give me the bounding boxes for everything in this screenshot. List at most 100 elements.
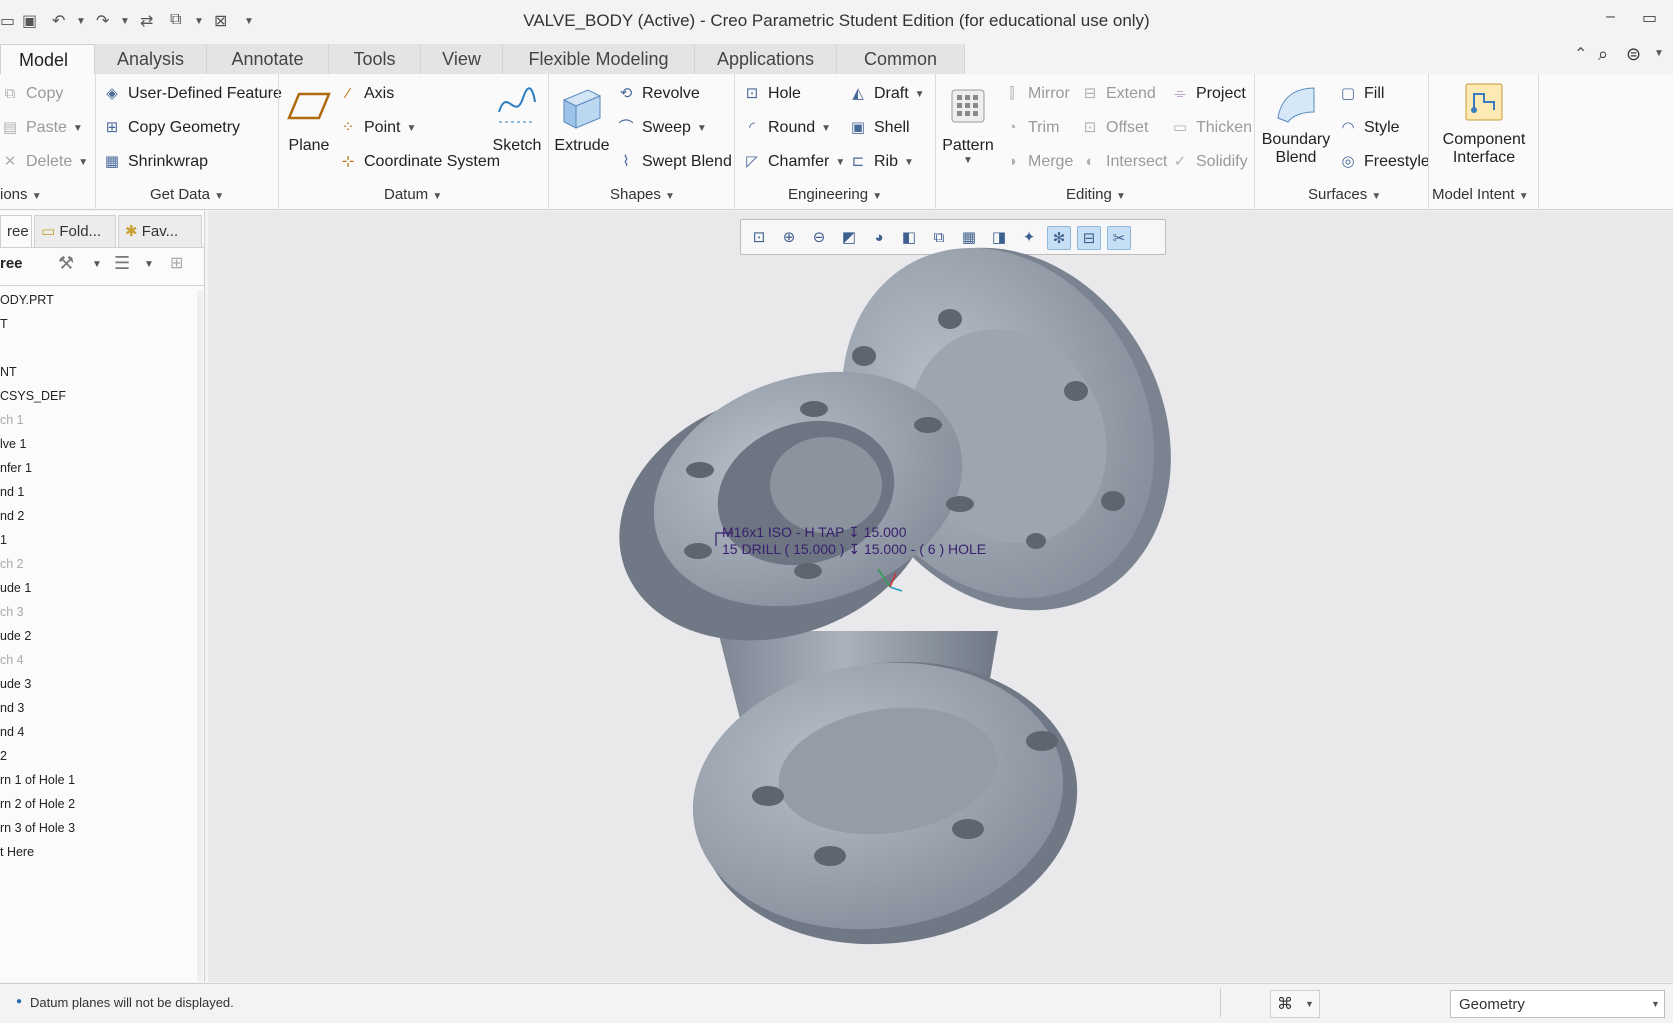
tab-folder-browser[interactable]: ▭ Fold... bbox=[34, 215, 116, 247]
point-dropdown-icon[interactable]: ▼ bbox=[406, 123, 416, 134]
hole-button[interactable]: ⊡ Hole bbox=[742, 84, 801, 104]
model-intent-group-label[interactable]: Model Intent ▼ bbox=[1432, 186, 1529, 203]
plane-button[interactable]: Plane bbox=[284, 82, 334, 155]
tree-item[interactable]: ODY.PRT bbox=[0, 293, 54, 307]
shrinkwrap-button[interactable]: ▦ Shrinkwrap bbox=[102, 152, 208, 172]
selection-filter-select[interactable]: Geometry ▼ bbox=[1450, 990, 1665, 1018]
round-dropdown-icon[interactable]: ▼ bbox=[821, 123, 831, 134]
show-dropdown-icon[interactable]: ▼ bbox=[144, 259, 154, 270]
intersect-button[interactable]: ◐ Intersect bbox=[1080, 152, 1167, 172]
show-options-icon[interactable]: ☰ bbox=[114, 253, 130, 274]
solidify-button[interactable]: ✓ Solidify bbox=[1170, 152, 1248, 172]
tree-item[interactable]: nfer 1 bbox=[0, 461, 32, 475]
tree-item[interactable]: t Here bbox=[0, 845, 34, 859]
rib-dropdown-icon[interactable]: ▼ bbox=[904, 157, 914, 168]
minimize-icon[interactable]: – bbox=[1606, 8, 1615, 26]
paste-dropdown-icon[interactable]: ▼ bbox=[73, 123, 83, 134]
draft-button[interactable]: ◭ Draft ▼ bbox=[848, 84, 925, 104]
user-defined-feature-button[interactable]: ◈ User-Defined Feature bbox=[102, 84, 282, 104]
delete-button[interactable]: ✕ Delete ▼ bbox=[0, 152, 88, 172]
tree-item[interactable]: nd 2 bbox=[0, 509, 24, 523]
component-interface-button[interactable]: Component Interface bbox=[1432, 80, 1536, 167]
tree-item[interactable]: rn 1 of Hole 1 bbox=[0, 773, 75, 787]
surfaces-group-label[interactable]: Surfaces ▼ bbox=[1308, 186, 1381, 203]
tree-item[interactable]: NT bbox=[0, 365, 17, 379]
tree-item[interactable]: ude 1 bbox=[0, 581, 31, 595]
tree-settings-dropdown-icon[interactable]: ▼ bbox=[92, 259, 102, 270]
pattern-button[interactable]: Pattern ▼ bbox=[940, 82, 996, 166]
copy-geometry-button[interactable]: ⊞ Copy Geometry bbox=[102, 118, 240, 138]
pattern-dropdown-icon[interactable]: ▼ bbox=[940, 155, 996, 166]
tree-item[interactable]: ude 3 bbox=[0, 677, 31, 691]
tree-item[interactable]: ch 1 bbox=[0, 413, 24, 427]
tree-item[interactable]: CSYS_DEF bbox=[0, 389, 66, 403]
trim-button[interactable]: ◔ Trim bbox=[1002, 118, 1059, 138]
sketch-button[interactable]: Sketch bbox=[492, 82, 542, 155]
tree-item[interactable]: lve 1 bbox=[0, 437, 26, 451]
hole-note-line-1[interactable]: M16x1 ISO - H TAP ↧ 15.000 bbox=[722, 524, 906, 541]
help-icon[interactable]: ⊜ bbox=[1626, 44, 1641, 65]
chamfer-dropdown-icon[interactable]: ▼ bbox=[835, 157, 845, 168]
help-dropdown-icon[interactable]: ▼ bbox=[1654, 48, 1664, 59]
tree-item[interactable]: nd 1 bbox=[0, 485, 24, 499]
tree-settings-icon[interactable]: ⚒ bbox=[58, 253, 74, 274]
style-button[interactable]: ◠ Style bbox=[1338, 118, 1399, 138]
engineering-group-label[interactable]: Engineering ▼ bbox=[788, 186, 882, 203]
hole-note-line-2[interactable]: 15 DRILL ( 15.000 ) ↧ 15.000 - ( 6 ) HOL… bbox=[722, 541, 986, 558]
revolve-button[interactable]: ⟲ Revolve bbox=[616, 84, 700, 104]
freestyle-button[interactable]: ◎ Freestyle bbox=[1338, 152, 1429, 172]
tree-item[interactable]: 1 bbox=[0, 533, 7, 547]
delete-dropdown-icon[interactable]: ▼ bbox=[78, 157, 88, 168]
valve-body-model[interactable] bbox=[208, 211, 1673, 982]
minimize-ribbon-icon[interactable]: ⌃ bbox=[1574, 44, 1587, 64]
boundary-blend-button[interactable]: Boundary Blend bbox=[1258, 82, 1334, 167]
draft-dropdown-icon[interactable]: ▼ bbox=[915, 89, 925, 100]
tab-analysis[interactable]: Analysis bbox=[95, 44, 207, 74]
tree-filter-icon[interactable]: ⊞ bbox=[170, 253, 183, 273]
round-button[interactable]: ◜ Round ▼ bbox=[742, 118, 831, 138]
tree-scrollbar[interactable] bbox=[197, 291, 203, 981]
maximize-icon[interactable]: ▭ bbox=[1642, 8, 1657, 28]
project-button[interactable]: ⌯ Project bbox=[1170, 84, 1246, 104]
tab-tools[interactable]: Tools bbox=[329, 44, 421, 74]
rib-button[interactable]: ⊏ Rib ▼ bbox=[848, 152, 914, 172]
find-button[interactable]: ⌘ ▼ bbox=[1270, 990, 1320, 1018]
extrude-button[interactable]: Extrude bbox=[554, 82, 610, 155]
mirror-button[interactable]: ⫿ Mirror bbox=[1002, 84, 1070, 104]
tab-flexible-modeling[interactable]: Flexible Modeling bbox=[503, 44, 695, 74]
tree-item[interactable]: nd 4 bbox=[0, 725, 24, 739]
merge-button[interactable]: ◑ Merge bbox=[1002, 152, 1073, 172]
tab-model[interactable]: Model bbox=[0, 44, 95, 74]
datum-group-label[interactable]: Datum ▼ bbox=[384, 186, 442, 203]
copy-button[interactable]: ⧉ Copy bbox=[0, 84, 64, 104]
tree-item[interactable]: nd 3 bbox=[0, 701, 24, 715]
tab-annotate[interactable]: Annotate bbox=[207, 44, 329, 74]
operations-group-label[interactable]: ions ▼ bbox=[0, 186, 42, 203]
tree-item[interactable]: ude 2 bbox=[0, 629, 31, 643]
graphics-window[interactable]: ⊡ ⊕ ⊖ ◩ ◕ ◧ ⧉ ▦ ◨ ✦ ✻ ⊟ ✂ M16x1 ISO - H … bbox=[208, 211, 1673, 982]
tab-view[interactable]: View bbox=[421, 44, 503, 74]
shapes-group-label[interactable]: Shapes ▼ bbox=[610, 186, 675, 203]
tab-common[interactable]: Common bbox=[837, 44, 965, 74]
coordinate-system-button[interactable]: ⊹ Coordinate System bbox=[338, 152, 500, 172]
tree-item[interactable]: ch 2 bbox=[0, 557, 24, 571]
axis-button[interactable]: ⁄ Axis bbox=[338, 84, 395, 104]
get-data-group-label[interactable]: Get Data ▼ bbox=[150, 186, 224, 203]
extend-button[interactable]: ⊟ Extend bbox=[1080, 84, 1156, 104]
fill-button[interactable]: ▢ Fill bbox=[1338, 84, 1385, 104]
chamfer-button[interactable]: ◸ Chamfer ▼ bbox=[742, 152, 845, 172]
tree-item[interactable]: 2 bbox=[0, 749, 7, 763]
tab-applications[interactable]: Applications bbox=[695, 44, 837, 74]
search-icon[interactable]: ⌕ bbox=[1598, 44, 1608, 65]
shell-button[interactable]: ▣ Shell bbox=[848, 118, 910, 138]
tab-favorites[interactable]: ✱ Fav... bbox=[118, 215, 202, 247]
editing-group-label[interactable]: Editing ▼ bbox=[1066, 186, 1126, 203]
tree-item[interactable]: T bbox=[0, 317, 8, 331]
tree-item[interactable]: rn 3 of Hole 3 bbox=[0, 821, 75, 835]
point-button[interactable]: ⁘ Point ▼ bbox=[338, 118, 417, 138]
tree-item[interactable]: ch 3 bbox=[0, 605, 24, 619]
thicken-button[interactable]: ▭ Thicken bbox=[1170, 118, 1252, 138]
tree-item[interactable]: rn 2 of Hole 2 bbox=[0, 797, 75, 811]
tree-item[interactable]: ch 4 bbox=[0, 653, 24, 667]
sweep-button[interactable]: ⌒ Sweep ▼ bbox=[616, 118, 706, 138]
